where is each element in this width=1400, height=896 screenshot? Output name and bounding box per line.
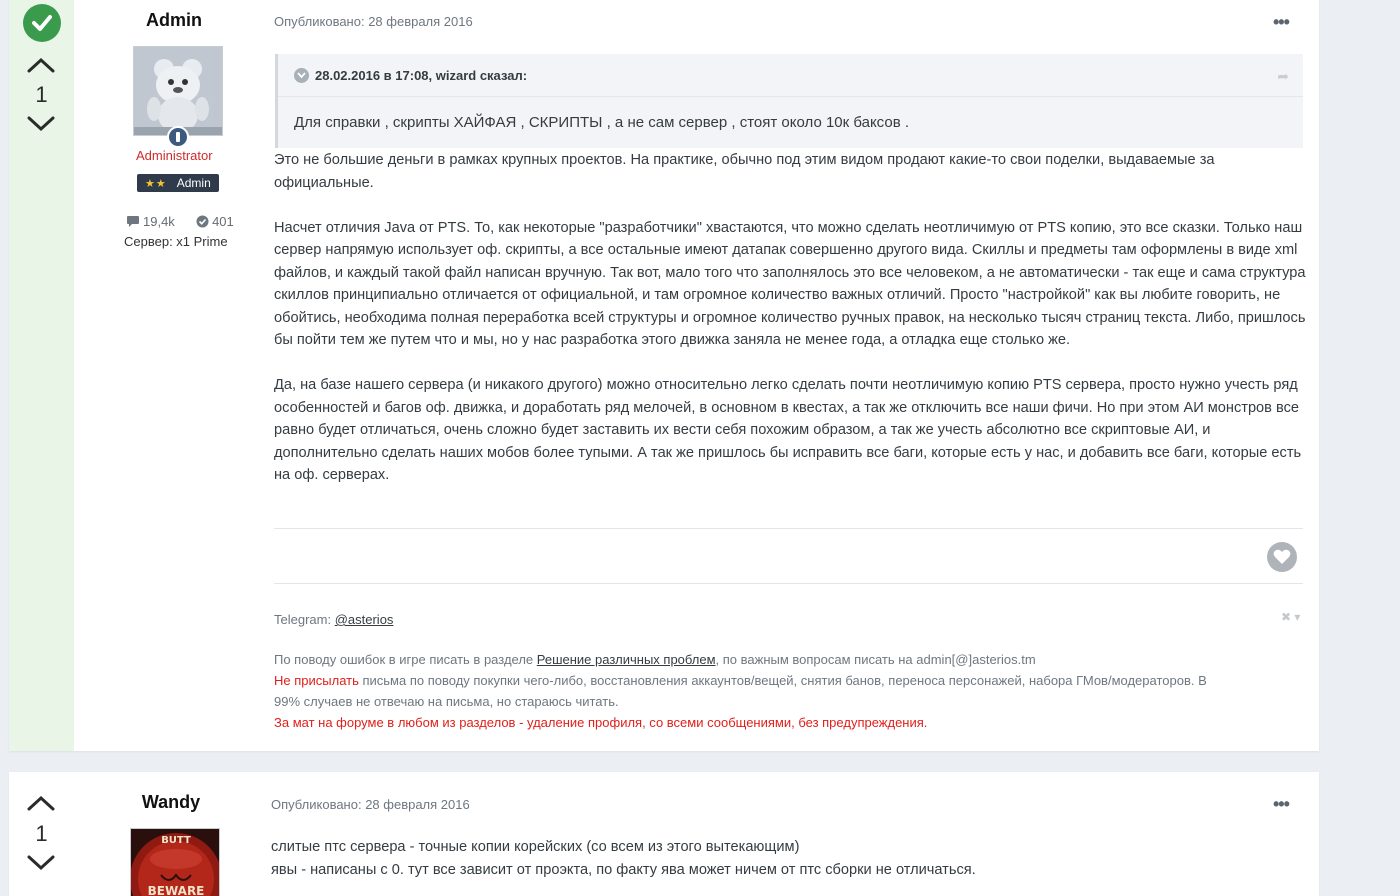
divider xyxy=(274,528,1303,529)
avatar-text-bottom: BEWARE xyxy=(148,884,205,896)
collapse-quote-icon[interactable] xyxy=(294,68,309,83)
more-options-button[interactable]: ••• xyxy=(1273,794,1290,815)
author-name[interactable]: Admin xyxy=(109,10,239,31)
user-stats: 19,4k 401 xyxy=(126,214,234,229)
moderator-badge-icon xyxy=(167,126,189,148)
post-paragraph: Это не большие деньги в рамках крупных п… xyxy=(274,152,1215,191)
go-to-quote-icon[interactable]: ➦ xyxy=(1277,68,1289,85)
post-content: слитые птс сервера - точные копии корейс… xyxy=(271,836,976,881)
post-admin: 1 Admin Administrator ★★ Admin 19,4k 401 … xyxy=(9,0,1319,751)
post-line: слитые птс сервера - точные копии корейс… xyxy=(271,839,800,855)
author-name[interactable]: Wandy xyxy=(106,792,236,813)
signature-line-2: Не присылать письма по поводу покупки че… xyxy=(274,670,1207,691)
best-answer-icon xyxy=(23,4,61,42)
telegram-label: Telegram: xyxy=(274,612,335,627)
avatar-text-top: BUTT xyxy=(161,835,191,846)
heart-icon xyxy=(1273,549,1291,564)
avatar[interactable] xyxy=(133,46,223,136)
signature-line-3: 99% случаев не отвечаю на письма, но ста… xyxy=(274,694,619,709)
rank-stars-icon: ★★ xyxy=(145,178,167,190)
author-panel: Wandy xyxy=(106,792,236,813)
divider xyxy=(274,583,1303,584)
hide-signature-icon[interactable]: ✖ ▾ xyxy=(1281,610,1300,624)
signature-telegram: Telegram: @asterios xyxy=(274,609,393,630)
quote-text: Для справки , скрипты ХАЙФАЯ , СКРИПТЫ ,… xyxy=(294,114,909,131)
upvote-icon[interactable] xyxy=(26,56,56,74)
vote-column: 1 xyxy=(9,0,74,751)
post-paragraph: Насчет отличия Java от PTS. То, как неко… xyxy=(274,219,1306,349)
post-line: явы - написаны с 0. тут все зависит от п… xyxy=(271,861,976,878)
vote-column: 1 xyxy=(9,772,74,896)
more-options-button[interactable]: ••• xyxy=(1273,12,1290,33)
signature-warning: За мат на форуме в любом из разделов - у… xyxy=(274,715,928,730)
vote-count: 1 xyxy=(35,82,48,107)
signature-line-1: По поводу ошибок в игре писать в разделе… xyxy=(274,649,1207,670)
quote-divider xyxy=(278,96,1303,97)
upvote-icon[interactable] xyxy=(26,794,56,812)
warning-text: Не присылать xyxy=(274,673,359,688)
vote-count: 1 xyxy=(35,821,48,846)
avatar[interactable]: BUTT BEWARE xyxy=(130,828,220,896)
rank-badge: ★★ Admin xyxy=(137,174,219,192)
comment-icon xyxy=(127,216,139,227)
post-wandy: 1 Wandy BUTT BEWARE Опубликовано: 28 фев… xyxy=(9,772,1319,896)
quote-header[interactable]: 28.02.2016 в 17:08, wizard сказал: xyxy=(294,68,527,83)
quote-block: 28.02.2016 в 17:08, wizard сказал: ➦ Для… xyxy=(275,54,1303,148)
problems-section-link[interactable]: Решение различных проблем xyxy=(537,652,716,667)
signature-text: письма по поводу покупки чего-либо, восс… xyxy=(358,673,1207,688)
user-role: Administrator xyxy=(136,148,213,163)
post-paragraph: Да, на базе нашего сервера (и никакого д… xyxy=(274,377,1302,483)
post-date[interactable]: Опубликовано: 28 февраля 2016 xyxy=(274,14,473,29)
user-server: Сервер: x1 Prime xyxy=(124,234,228,249)
signature-text: По поводу ошибок в игре писать в разделе xyxy=(274,652,537,667)
post-date[interactable]: Опубликовано: 28 февраля 2016 xyxy=(271,797,470,812)
telegram-link[interactable]: @asterios xyxy=(335,612,394,627)
reputation-count: 401 xyxy=(212,214,234,229)
quote-author: 28.02.2016 в 17:08, wizard сказал: xyxy=(315,68,528,83)
signature-text: , по важным вопросам писать на admin[@]a… xyxy=(715,652,1036,667)
reputation-icon xyxy=(196,215,209,228)
signature-block: По поводу ошибок в игре писать в разделе… xyxy=(274,649,1207,733)
downvote-icon[interactable] xyxy=(26,854,56,872)
rank-label: Admin xyxy=(176,176,211,190)
downvote-icon[interactable] xyxy=(26,115,56,133)
author-panel: Admin xyxy=(109,10,239,31)
post-content: Это не большие деньги в рамках крупных п… xyxy=(274,149,1308,509)
post-count: 19,4k xyxy=(143,214,175,229)
like-button[interactable] xyxy=(1267,542,1297,572)
